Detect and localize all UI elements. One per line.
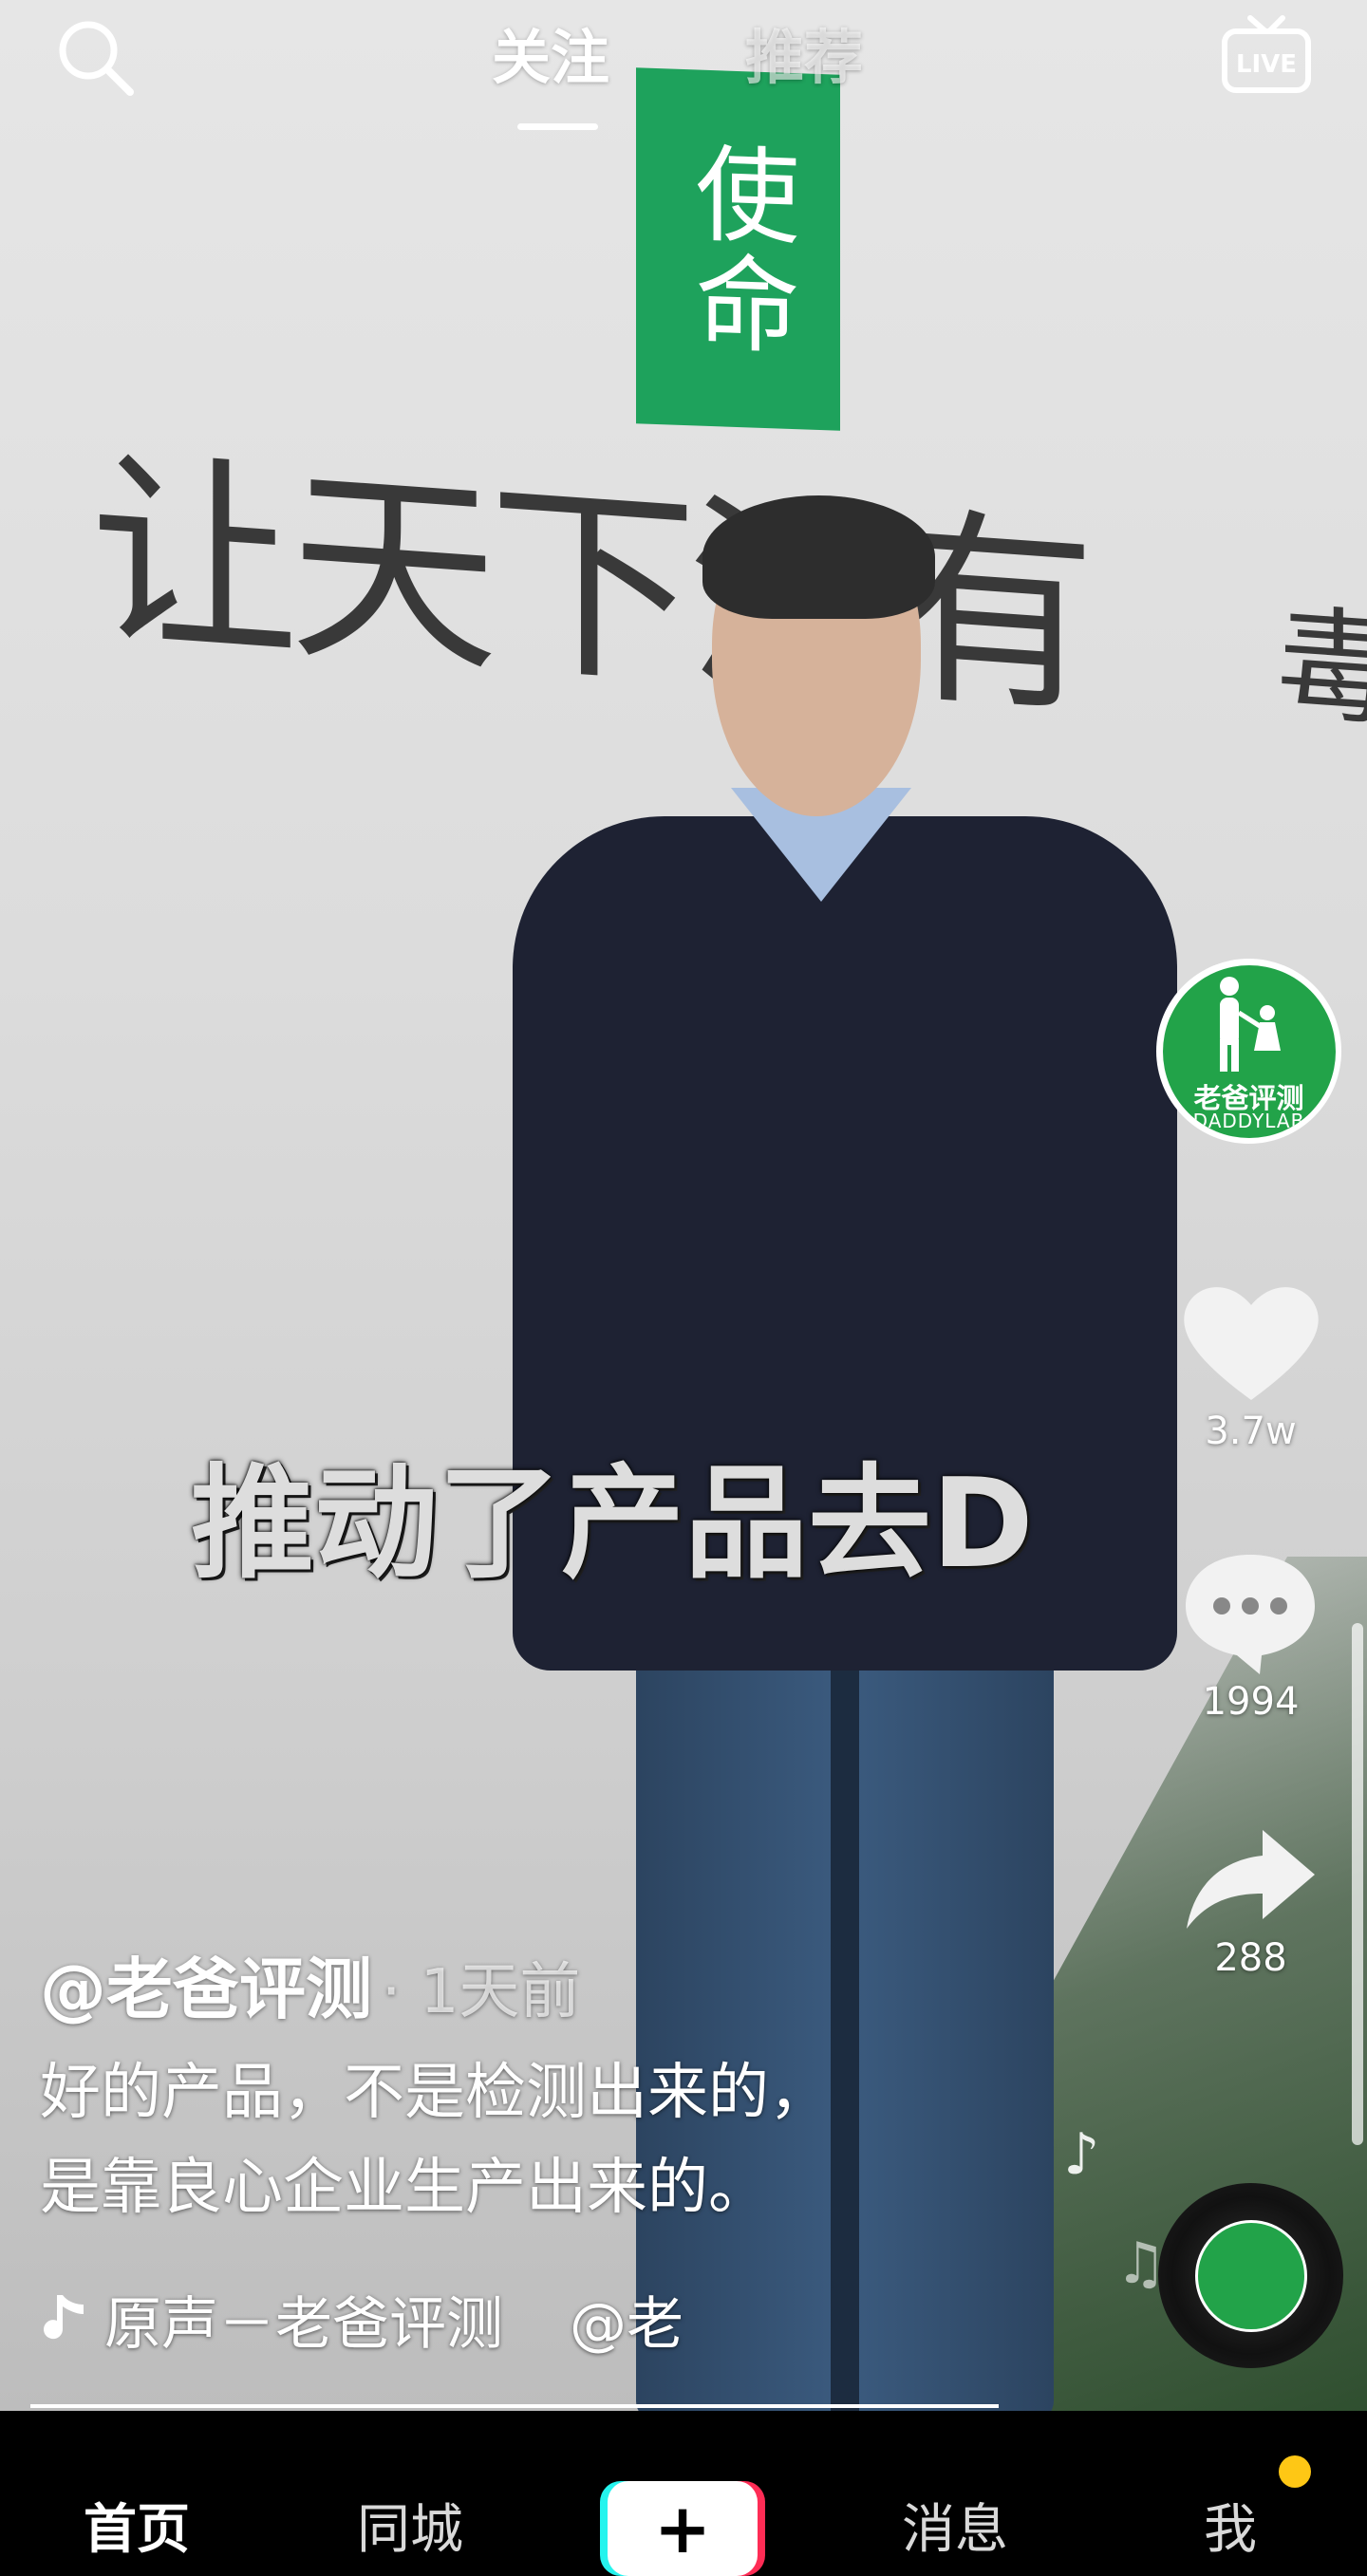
avatar-en: DADDYLAB (1192, 1109, 1305, 1132)
music-mention: @老 (570, 2291, 684, 2358)
description-line-1: 好的产品，不是检测出来的， (40, 2058, 830, 2128)
author-handle[interactable]: @老爸评测 (40, 1951, 372, 2028)
video-progress[interactable] (30, 2404, 999, 2408)
tab-indicator (517, 123, 598, 130)
parent-child-logo-icon (1219, 976, 1281, 1072)
comment-bubble-icon (1186, 1555, 1315, 1674)
comment-button[interactable]: 1994 (1158, 1547, 1343, 1724)
search-icon[interactable] (52, 14, 138, 100)
scroll-track (1352, 1623, 1363, 2145)
comment-count: 1994 (1202, 1680, 1300, 1724)
share-button[interactable]: 288 (1158, 1822, 1343, 1980)
music-bar[interactable]: 原声－老爸评测 @老 (40, 2278, 684, 2361)
create-button[interactable]: + (608, 2481, 758, 2576)
creator-avatar[interactable]: 老爸评测 DADDYLAB (1156, 959, 1341, 1144)
post-time: · 1天前 (382, 1957, 581, 2027)
heart-icon (1183, 1287, 1319, 1400)
description-line-2: 是靠良心企业生产出来的。 (40, 2153, 769, 2223)
nav-home[interactable]: 首页 (84, 2487, 190, 2564)
share-arrow-icon (1187, 1830, 1315, 1929)
like-count: 3.7w (1205, 1409, 1297, 1453)
tab-recommend[interactable]: 推荐 (745, 9, 863, 95)
top-bar: 关注 推荐 LIVE (0, 0, 1367, 142)
notification-dot (1279, 2455, 1311, 2488)
floating-note-icon: ♪ (1063, 2121, 1100, 2188)
video-description: 好的产品，不是检测出来的， 是靠良心企业生产出来的。 (40, 2045, 989, 2235)
nav-city[interactable]: 同城 (357, 2487, 463, 2564)
share-count: 288 (1214, 1936, 1287, 1980)
music-note-icon (44, 2294, 84, 2339)
live-tv-icon[interactable]: LIVE (1220, 14, 1315, 95)
tab-follow[interactable]: 关注 (492, 9, 609, 95)
disc-cover (1194, 2219, 1307, 2332)
nav-messages[interactable]: 消息 (902, 2487, 1008, 2564)
nav-me[interactable]: 我 (1204, 2487, 1257, 2564)
svg-text:LIVE: LIVE (1236, 50, 1297, 79)
video-meta: @老爸评测 · 1天前 (40, 1936, 580, 2032)
like-button[interactable]: 3.7w (1158, 1277, 1343, 1453)
music-disc[interactable] (1158, 2183, 1343, 2368)
wall-slogan-tail: 毒产品 (1277, 591, 1367, 762)
music-title: 原声－老爸评测 (104, 2291, 503, 2358)
